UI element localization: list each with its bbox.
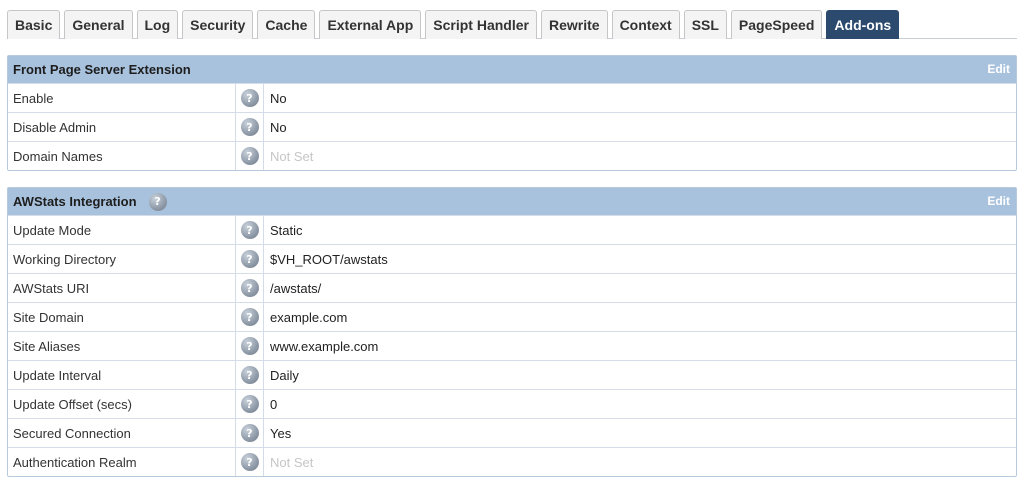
- row-value: $VH_ROOT/awstats: [270, 251, 388, 267]
- help-icon[interactable]: ?: [240, 308, 259, 326]
- help-cell: ?: [236, 361, 264, 389]
- tab-pagespeed[interactable]: PageSpeed: [730, 10, 823, 39]
- help-icon[interactable]: ?: [240, 118, 259, 136]
- table-row: Domain Names ? Not Set: [8, 141, 1016, 170]
- tab-add-ons[interactable]: Add-ons: [826, 10, 900, 39]
- tab-basic[interactable]: Basic: [7, 10, 61, 39]
- table-row: Update Mode ? Static: [8, 215, 1016, 244]
- row-value: Yes: [270, 425, 292, 441]
- tab-cache[interactable]: Cache: [257, 10, 316, 39]
- help-cell: ?: [236, 245, 264, 273]
- row-label: Enable: [8, 84, 236, 112]
- help-icon[interactable]: ?: [148, 192, 167, 211]
- help-icon[interactable]: ?: [240, 221, 259, 239]
- frontpage-panel: Front Page Server Extension Edit Enable …: [7, 55, 1017, 171]
- tab-context[interactable]: Context: [611, 10, 680, 39]
- help-cell: ?: [236, 113, 264, 141]
- frontpage-edit-link[interactable]: Edit: [987, 62, 1010, 76]
- tab-script-handler[interactable]: Script Handler: [425, 10, 537, 39]
- help-cell: ?: [236, 419, 264, 447]
- help-cell: ?: [236, 84, 264, 112]
- tab-log[interactable]: Log: [136, 10, 179, 39]
- table-row: Secured Connection ? Yes: [8, 418, 1016, 447]
- row-label: Disable Admin: [8, 113, 236, 141]
- tab-security[interactable]: Security: [182, 10, 254, 39]
- table-row: Update Offset (secs) ? 0: [8, 389, 1016, 418]
- table-row: Update Interval ? Daily: [8, 360, 1016, 389]
- help-cell: ?: [236, 332, 264, 360]
- help-icon[interactable]: ?: [240, 250, 259, 268]
- table-row: AWStats URI ? /awstats/: [8, 273, 1016, 302]
- tab-general[interactable]: General: [64, 10, 133, 39]
- tab-bar: Basic General Log Security Cache Externa…: [7, 10, 1017, 39]
- row-label: Site Domain: [8, 303, 236, 331]
- help-icon[interactable]: ?: [240, 366, 259, 384]
- table-row: Working Directory ? $VH_ROOT/awstats: [8, 244, 1016, 273]
- row-label: Update Interval: [8, 361, 236, 389]
- row-value: No: [270, 119, 287, 135]
- help-cell: ?: [236, 448, 264, 476]
- help-icon[interactable]: ?: [240, 453, 259, 471]
- table-row: Site Domain ? example.com: [8, 302, 1016, 331]
- awstats-panel-header: AWStats Integration ? Edit: [8, 188, 1016, 215]
- row-value: Daily: [270, 367, 299, 383]
- row-value: Static: [270, 222, 303, 238]
- help-cell: ?: [236, 142, 264, 170]
- tab-rewrite[interactable]: Rewrite: [540, 10, 608, 39]
- row-label: Authentication Realm: [8, 448, 236, 476]
- help-cell: ?: [236, 303, 264, 331]
- row-label: Domain Names: [8, 142, 236, 170]
- tab-list: Basic General Log Security Cache Externa…: [7, 10, 1017, 39]
- frontpage-panel-title: Front Page Server Extension: [13, 62, 191, 77]
- help-icon[interactable]: ?: [240, 89, 259, 107]
- help-icon[interactable]: ?: [240, 424, 259, 442]
- row-label: Secured Connection: [8, 419, 236, 447]
- help-icon[interactable]: ?: [240, 395, 259, 413]
- help-cell: ?: [236, 390, 264, 418]
- row-value: 0: [270, 396, 278, 412]
- awstats-panel: AWStats Integration ? Edit Update Mode ?…: [7, 187, 1017, 477]
- row-value: No: [270, 90, 287, 106]
- row-value-not-set: Not Set: [270, 454, 314, 470]
- row-value-not-set: Not Set: [270, 148, 314, 164]
- tab-external-app[interactable]: External App: [319, 10, 422, 39]
- row-value: /awstats/: [270, 280, 322, 296]
- help-cell: ?: [236, 216, 264, 244]
- help-cell: ?: [236, 274, 264, 302]
- row-label: Working Directory: [8, 245, 236, 273]
- help-icon[interactable]: ?: [240, 147, 259, 165]
- table-row: Enable ? No: [8, 83, 1016, 112]
- row-label: Site Aliases: [8, 332, 236, 360]
- table-row: Authentication Realm ? Not Set: [8, 447, 1016, 476]
- row-value: example.com: [270, 309, 348, 325]
- tab-ssl[interactable]: SSL: [683, 10, 727, 39]
- help-icon[interactable]: ?: [240, 337, 259, 355]
- awstats-panel-title: AWStats Integration: [13, 194, 137, 209]
- table-row: Disable Admin ? No: [8, 112, 1016, 141]
- row-value: www.example.com: [270, 338, 379, 354]
- row-label: AWStats URI: [8, 274, 236, 302]
- row-label: Update Mode: [8, 216, 236, 244]
- frontpage-panel-header: Front Page Server Extension Edit: [8, 56, 1016, 83]
- awstats-edit-link[interactable]: Edit: [987, 194, 1010, 208]
- row-label: Update Offset (secs): [8, 390, 236, 418]
- help-icon[interactable]: ?: [240, 279, 259, 297]
- table-row: Site Aliases ? www.example.com: [8, 331, 1016, 360]
